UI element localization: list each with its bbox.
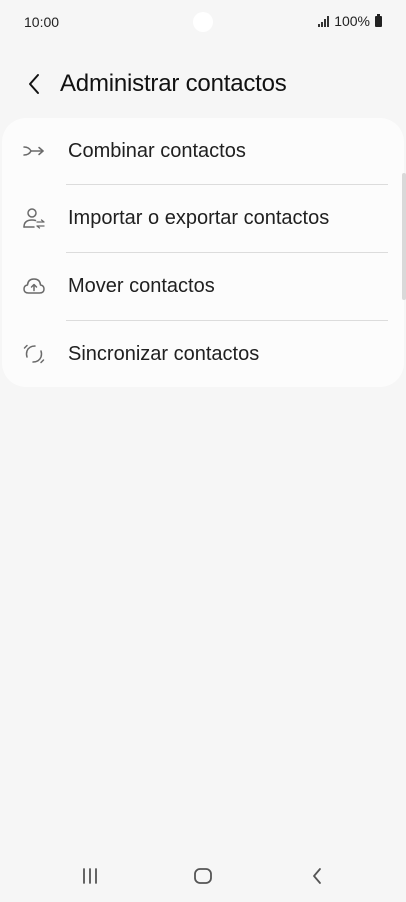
camera-cutout [193, 12, 213, 32]
signal-icon [318, 15, 330, 27]
cloud-upload-icon [23, 278, 45, 294]
back-nav-button[interactable] [301, 862, 333, 890]
battery-icon [375, 13, 382, 27]
home-button[interactable] [187, 862, 219, 890]
app-header: Administrar contactos [0, 62, 406, 108]
menu-item-label: Sincronizar contactos [68, 343, 260, 365]
recents-icon [83, 868, 97, 884]
menu-item-importar-exportar[interactable]: Importar o exportar contactos [2, 185, 404, 252]
navigation-bar [0, 850, 406, 902]
menu-item-combinar[interactable]: Combinar contactos [2, 118, 404, 185]
page-title: Administrar contactos [60, 70, 287, 97]
merge-arrow-icon [23, 146, 44, 156]
menu-item-label: Importar o exportar contactos [68, 207, 330, 229]
status-indicators: 100% [318, 13, 382, 29]
menu-item-label: Combinar contactos [68, 140, 246, 162]
back-button[interactable] [18, 68, 50, 100]
sync-icon [23, 344, 45, 364]
home-icon [194, 868, 212, 884]
status-time: 10:00 [24, 14, 60, 30]
battery-percentage: 100% [334, 13, 370, 29]
recents-button[interactable] [74, 862, 106, 890]
menu-item-sincronizar[interactable]: Sincronizar contactos [2, 321, 404, 388]
menu-item-mover[interactable]: Mover contactos [2, 253, 404, 320]
menu-item-label: Mover contactos [68, 275, 215, 297]
back-icon [313, 868, 321, 884]
menu-card: Combinar contactos Importar o exportar c… [2, 118, 404, 387]
chevron-left-icon [29, 74, 39, 94]
person-transfer-icon [23, 208, 45, 229]
scrollbar[interactable] [402, 173, 406, 300]
status-bar: 10:00 100% [0, 0, 406, 44]
